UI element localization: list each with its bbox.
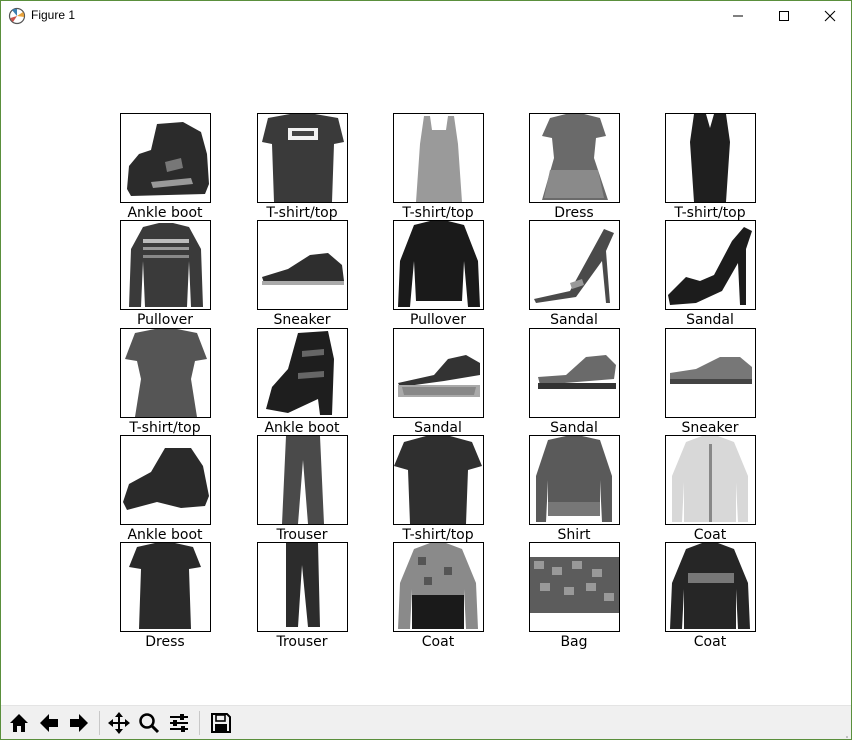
subplot-label: Ankle boot (127, 527, 203, 543)
sandal-image (665, 220, 756, 310)
minimize-button[interactable] (715, 1, 761, 31)
tshirt-image (120, 328, 211, 418)
subplot-label: Coat (693, 634, 727, 650)
tshirt-image (257, 113, 348, 203)
subplot-label: T-shirt/top (402, 205, 474, 221)
subplot-label: Sneaker (681, 420, 739, 436)
coat-image (393, 542, 484, 632)
navigation-toolbar (1, 705, 851, 739)
pullover-image (393, 220, 484, 310)
subplot-label: Dress (145, 634, 185, 650)
ankle-boot-image (120, 435, 211, 525)
subplot-label: Ankle boot (127, 205, 203, 221)
resize-grip-icon[interactable] (841, 728, 849, 738)
subplot-label: Ankle boot (264, 420, 340, 436)
dress-image (529, 113, 620, 203)
close-icon (824, 10, 836, 22)
subplots-button[interactable] (165, 709, 193, 737)
pullover-image (120, 220, 211, 310)
subplot-label: Dress (554, 205, 594, 221)
subplot-label: Shirt (557, 527, 591, 543)
title-bar: Figure 1 (1, 1, 851, 31)
subplot-label: Sandal (686, 312, 734, 328)
forward-arrow-icon (70, 714, 88, 732)
subplots-icon (170, 714, 188, 732)
pan-button[interactable] (105, 709, 133, 737)
toolbar-separator (99, 711, 100, 735)
coat-image (665, 542, 756, 632)
zoom-button[interactable] (135, 709, 163, 737)
subplot-label: T-shirt/top (129, 420, 201, 436)
sandal-image (529, 328, 620, 418)
subplot-label: T-shirt/top (402, 527, 474, 543)
tank-top-image (393, 113, 484, 203)
coat-image (665, 435, 756, 525)
bag-image (529, 542, 620, 632)
sandal-image (529, 220, 620, 310)
subplot-label: Bag (560, 634, 588, 650)
dress-image (120, 542, 211, 632)
subplot-label: Coat (421, 634, 455, 650)
pan-icon (108, 712, 130, 734)
minimize-icon (733, 15, 743, 17)
sneaker-image (665, 328, 756, 418)
toolbar-separator (199, 711, 200, 735)
subplot-label: Sandal (550, 312, 598, 328)
save-icon (211, 713, 231, 733)
home-button[interactable] (5, 709, 33, 737)
subplot-label: T-shirt/top (674, 205, 746, 221)
save-button[interactable] (207, 709, 235, 737)
figure-window: Figure 1 Ankle boot T-shirt/top T-shirt/… (0, 0, 852, 740)
tshirt-image (393, 435, 484, 525)
close-button[interactable] (807, 1, 851, 31)
subplot-label: Coat (693, 527, 727, 543)
figure-canvas: Ankle boot T-shirt/top T-shirt/top Dress… (1, 31, 851, 705)
maximize-icon (779, 11, 789, 21)
subplot-label: Sandal (414, 420, 462, 436)
window-title: Figure 1 (31, 8, 76, 22)
matplotlib-logo-icon (8, 7, 26, 25)
trouser-image (257, 435, 348, 525)
trouser-image (257, 542, 348, 632)
subplot-label: Sandal (550, 420, 598, 436)
shirt-image (529, 435, 620, 525)
top-image (665, 113, 756, 203)
subplot-label: Pullover (409, 312, 467, 328)
maximize-button[interactable] (761, 1, 807, 31)
subplot-label: Trouser (276, 634, 328, 650)
back-arrow-icon (40, 714, 58, 732)
zoom-icon (139, 713, 160, 734)
back-button[interactable] (35, 709, 63, 737)
home-icon (10, 714, 28, 732)
subplot-label: T-shirt/top (266, 205, 338, 221)
subplot-label: Trouser (276, 527, 328, 543)
forward-button[interactable] (65, 709, 93, 737)
sneaker-image (257, 220, 348, 310)
subplot-label: Pullover (136, 312, 194, 328)
sandal-image (393, 328, 484, 418)
ankle-boot-image (120, 113, 211, 203)
ankle-boot-image (257, 328, 348, 418)
subplot-label: Sneaker (273, 312, 331, 328)
